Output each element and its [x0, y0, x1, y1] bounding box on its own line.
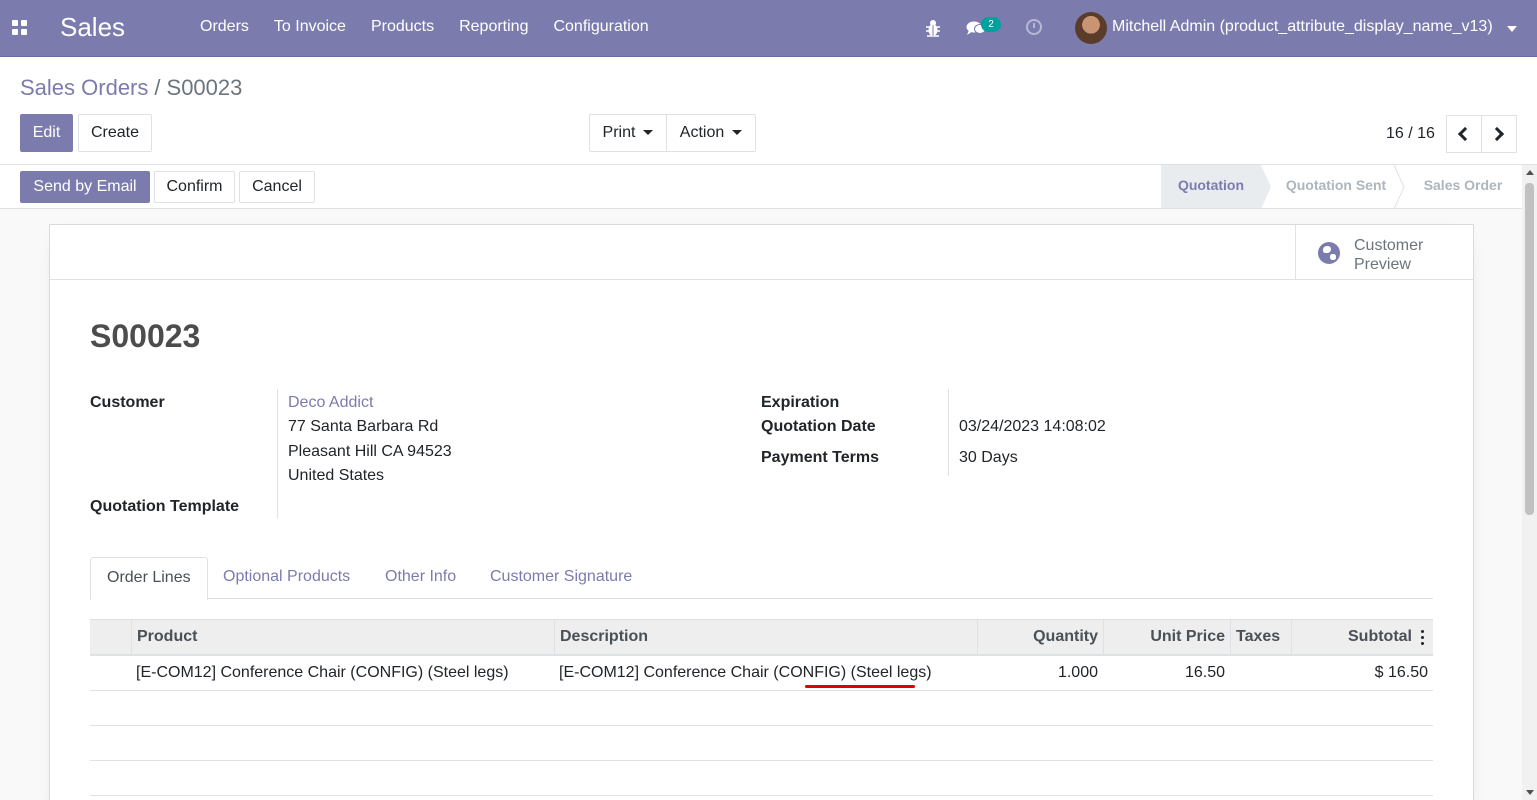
row-taxes[interactable] — [1230, 656, 1291, 690]
stage-quotation[interactable]: Quotation — [1161, 165, 1261, 208]
bug-icon[interactable] — [925, 19, 941, 37]
cancel-button[interactable]: Cancel — [239, 171, 315, 203]
print-caret-icon — [643, 130, 654, 136]
quotation-date-label: Quotation Date — [761, 418, 876, 435]
breadcrumb: Sales Orders / S00023 — [20, 75, 242, 101]
menu-to-invoice[interactable]: To Invoice — [274, 18, 346, 36]
breadcrumb-separator: / — [154, 75, 161, 100]
tab-customer-signature[interactable]: Customer Signature — [474, 557, 648, 599]
payment-terms-value: 30 Days — [959, 449, 1018, 466]
handle-column-header — [90, 620, 131, 655]
tab-other-info[interactable]: Other Info — [369, 557, 472, 599]
stage-quotation-sent[interactable]: Quotation Sent — [1272, 165, 1400, 208]
confirm-button[interactable]: Confirm — [154, 171, 235, 203]
field-separator — [948, 389, 949, 476]
table-header: Product Description Quantity Unit Price … — [90, 619, 1433, 656]
scroll-up-icon[interactable] — [1526, 170, 1534, 175]
quotation-template-label: Quotation Template — [90, 498, 240, 515]
stage-sales-order[interactable]: Sales Order — [1412, 165, 1514, 208]
customer-address-line2: Pleasant Hill CA 94523 — [288, 443, 452, 460]
customer-preview-line2: Preview — [1354, 256, 1411, 273]
print-dropdown-button[interactable]: Print — [589, 114, 667, 152]
menu-configuration[interactable]: Configuration — [553, 18, 648, 36]
stage-arrow — [1261, 165, 1271, 209]
stage-divider — [1393, 165, 1405, 209]
activity-clock-icon[interactable] — [1026, 19, 1042, 35]
optional-columns-icon[interactable] — [1421, 630, 1425, 646]
table-row-empty — [90, 726, 1433, 761]
menu-reporting[interactable]: Reporting — [459, 18, 528, 36]
column-header-subtotal[interactable]: Subtotal — [1291, 620, 1417, 655]
row-subtotal: $ 16.50 — [1374, 664, 1428, 681]
pager-value[interactable]: 16 / 16 — [1386, 125, 1435, 143]
action-dropdown-button[interactable]: Action — [666, 114, 756, 152]
customer-preview-button[interactable]: Customer Preview — [1295, 225, 1473, 280]
row-quantity[interactable]: 1.000 — [977, 656, 1103, 690]
row-product[interactable]: [E-COM12] Conference Chair (CONFIG) (Ste… — [131, 656, 554, 690]
column-header-description[interactable]: Description — [554, 620, 977, 655]
tab-optional-products[interactable]: Optional Products — [207, 557, 366, 599]
table-row[interactable]: [E-COM12] Conference Chair (CONFIG) (Ste… — [90, 656, 1433, 691]
main-menu: Orders To Invoice Products Reporting Con… — [200, 18, 674, 36]
notebook-tabs: Order Lines Optional Products Other Info… — [90, 557, 1433, 600]
action-caret-icon — [732, 130, 743, 136]
column-header-quantity[interactable]: Quantity — [977, 620, 1103, 655]
menu-products[interactable]: Products — [371, 18, 434, 36]
column-header-taxes[interactable]: Taxes — [1230, 620, 1291, 655]
edit-button[interactable]: Edit — [20, 114, 73, 152]
column-header-unit-price[interactable]: Unit Price — [1103, 620, 1230, 655]
field-separator — [277, 389, 278, 518]
user-menu-caret-icon[interactable] — [1507, 26, 1517, 32]
breadcrumb-sales-orders[interactable]: Sales Orders — [20, 75, 148, 100]
scroll-down-icon[interactable] — [1526, 790, 1534, 795]
chat-count-badge: 2 — [981, 17, 1001, 32]
chevron-right-icon — [1489, 126, 1505, 142]
customer-preview-line1: Customer — [1354, 237, 1424, 254]
apps-menu-icon[interactable] — [12, 20, 28, 36]
chevron-left-icon — [1457, 126, 1473, 142]
customer-preview-label: Customer Preview — [1354, 236, 1464, 274]
customer-address-line3: United States — [288, 467, 385, 484]
print-label: Print — [602, 124, 636, 141]
button-box: Customer Preview — [50, 225, 1473, 280]
table-row-empty — [90, 761, 1433, 796]
user-avatar[interactable] — [1075, 12, 1107, 44]
tab-order-lines[interactable]: Order Lines — [90, 557, 208, 600]
customer-link[interactable]: Deco Addict — [288, 394, 373, 412]
create-button[interactable]: Create — [78, 114, 152, 152]
annotation-underline — [805, 685, 915, 688]
menu-orders[interactable]: Orders — [200, 18, 249, 36]
control-panel: Sales Orders / S00023 Edit Create Print Ac… — [0, 57, 1537, 165]
page-scrollbar[interactable] — [1522, 165, 1537, 800]
payment-terms-label: Payment Terms — [761, 449, 879, 466]
scroll-thumb[interactable] — [1525, 183, 1534, 515]
record-title: S00023 — [90, 318, 201, 354]
row-unit-price[interactable]: 16.50 — [1103, 656, 1230, 690]
app-brand[interactable]: Sales — [60, 12, 125, 43]
user-menu[interactable]: Mitchell Admin (product_attribute_displa… — [1112, 18, 1493, 36]
expiration-label: Expiration — [761, 394, 840, 411]
pager-previous-button[interactable] — [1446, 115, 1482, 153]
column-header-product[interactable]: Product — [131, 620, 554, 655]
action-label: Action — [679, 124, 725, 141]
form-sheet: Customer Preview S00023 Customer Deco Ad… — [49, 224, 1474, 800]
table-row-empty — [90, 691, 1433, 726]
globe-icon — [1318, 242, 1340, 264]
quotation-date-value: 03/24/2023 14:08:02 — [959, 418, 1106, 435]
send-by-email-button[interactable]: Send by Email — [20, 171, 150, 203]
customer-address-line1: 77 Santa Barbara Rd — [288, 418, 439, 435]
form-statusbar: Send by Email Confirm Cancel Quotation Q… — [0, 165, 1537, 209]
breadcrumb-current: S00023 — [166, 75, 243, 100]
customer-label: Customer — [90, 394, 165, 411]
pager-next-button[interactable] — [1481, 115, 1517, 153]
top-navbar: Sales Orders To Invoice Products Reporti… — [0, 0, 1537, 57]
